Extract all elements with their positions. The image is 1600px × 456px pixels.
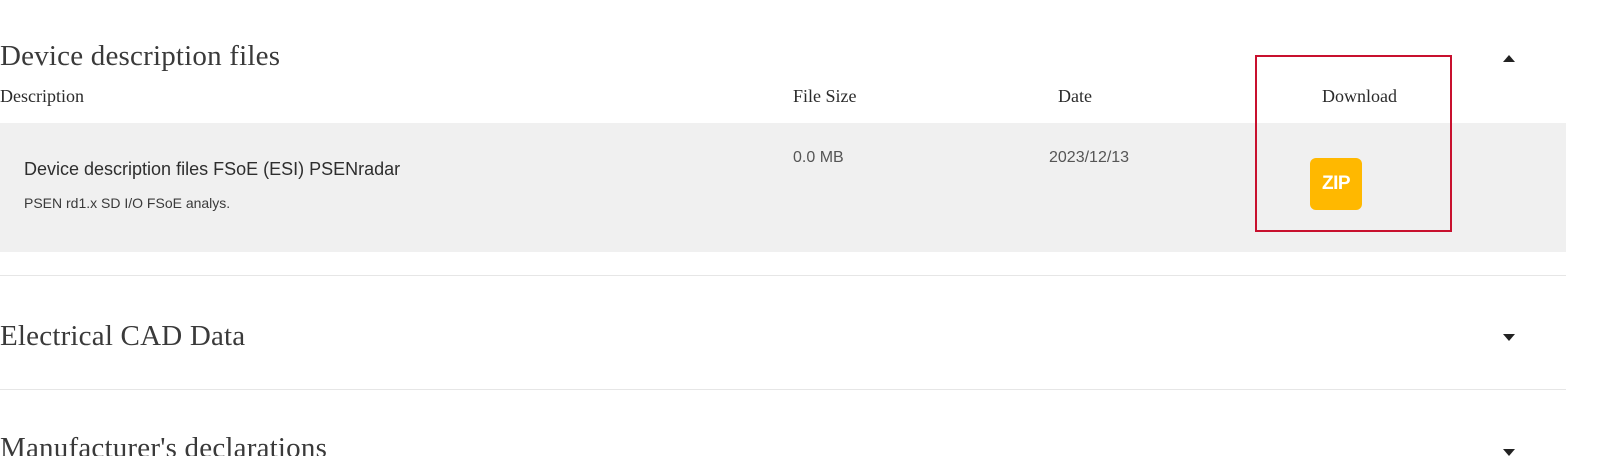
download-highlight-box [1255, 55, 1452, 232]
expand-caret-icon[interactable] [1503, 334, 1515, 341]
section-divider [0, 275, 1566, 276]
file-description: PSEN rd1.x SD I/O FSoE analys. [24, 195, 231, 211]
column-header-date: Date [1058, 86, 1092, 106]
file-name: Device description files FSoE (ESI) PSEN… [24, 159, 401, 179]
expand-caret-icon[interactable] [1503, 449, 1515, 456]
section-divider [0, 389, 1566, 390]
column-header-file-size: File Size [793, 86, 857, 106]
collapse-caret-icon[interactable] [1503, 55, 1515, 62]
section-title[interactable]: Electrical CAD Data [0, 320, 245, 353]
file-date: 2023/12/13 [1049, 149, 1130, 166]
section-title[interactable]: Device description files [0, 40, 280, 73]
file-size: 0.0 MB [793, 149, 844, 166]
column-header-description: Description [0, 86, 84, 106]
section-title[interactable]: Manufacturer's declarations [0, 432, 327, 456]
